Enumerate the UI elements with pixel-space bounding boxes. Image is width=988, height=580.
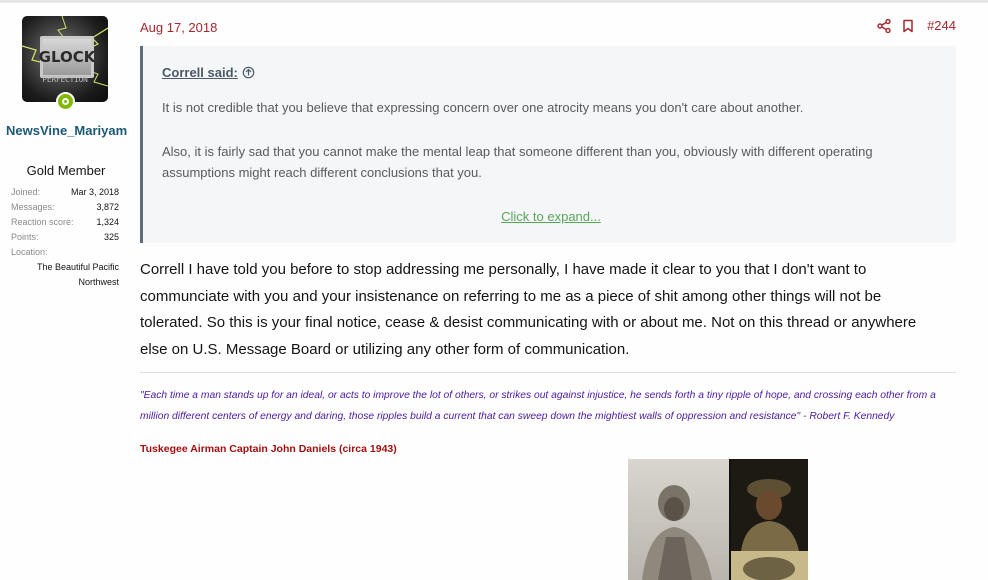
user-stats: Joined: Mar 3, 2018 Messages: 3,872 Reacti…	[11, 185, 119, 290]
avatar-caption: PERFECTION	[42, 75, 88, 84]
quote-paragraph: Also, it is fairly sad that you cannot m…	[162, 144, 873, 180]
photo-left	[628, 459, 729, 580]
top-divider	[0, 0, 988, 3]
stat-location: Location:	[11, 247, 48, 257]
quote-paragraph: It is not credible that you believe that…	[162, 100, 804, 115]
location-value[interactable]: The Beautiful Pacific Northwest	[11, 260, 119, 290]
quote-content: It is not credible that you believe that…	[162, 97, 932, 183]
stat-joined: Joined: Mar 3, 2018	[11, 187, 119, 197]
stat-points: Points: 325	[11, 232, 119, 242]
signature-divider	[140, 372, 956, 373]
signature-image-title: Tuskegee Airman Captain John Daniels (ci…	[140, 443, 397, 455]
photo-right	[731, 459, 808, 580]
signature-quote: "Each time a man stands up for an ideal,…	[140, 390, 936, 422]
arrow-up-circle-icon[interactable]	[242, 66, 255, 79]
quote-block: Correll said: It is not credible that yo…	[140, 46, 956, 243]
username-link[interactable]: NewsVine_Mariyam	[6, 120, 127, 141]
stat-messages: Messages: 3,872	[11, 202, 119, 212]
avatar-logo: GLOCK	[39, 36, 95, 78]
post-date[interactable]: Aug 17, 2018	[140, 20, 217, 35]
quote-author[interactable]: Correll said:	[162, 65, 238, 80]
post-actions: #244	[877, 18, 956, 33]
quote-author-link[interactable]: Correll said:	[162, 65, 255, 80]
expand-quote-link[interactable]: Click to expand...	[143, 209, 959, 224]
online-status-icon	[56, 92, 75, 111]
user-title: Gold Member	[26, 163, 106, 178]
share-icon[interactable]	[877, 18, 891, 33]
stat-reaction-score: Reaction score: 1,324	[11, 217, 119, 227]
avatar[interactable]: GLOCK PERFECTION	[22, 16, 108, 102]
bookmark-icon[interactable]	[901, 19, 915, 33]
signature-photo[interactable]	[628, 459, 808, 580]
post-message: Correll I have told you before to stop a…	[140, 261, 917, 359]
post-number-link[interactable]: #244	[927, 18, 956, 33]
